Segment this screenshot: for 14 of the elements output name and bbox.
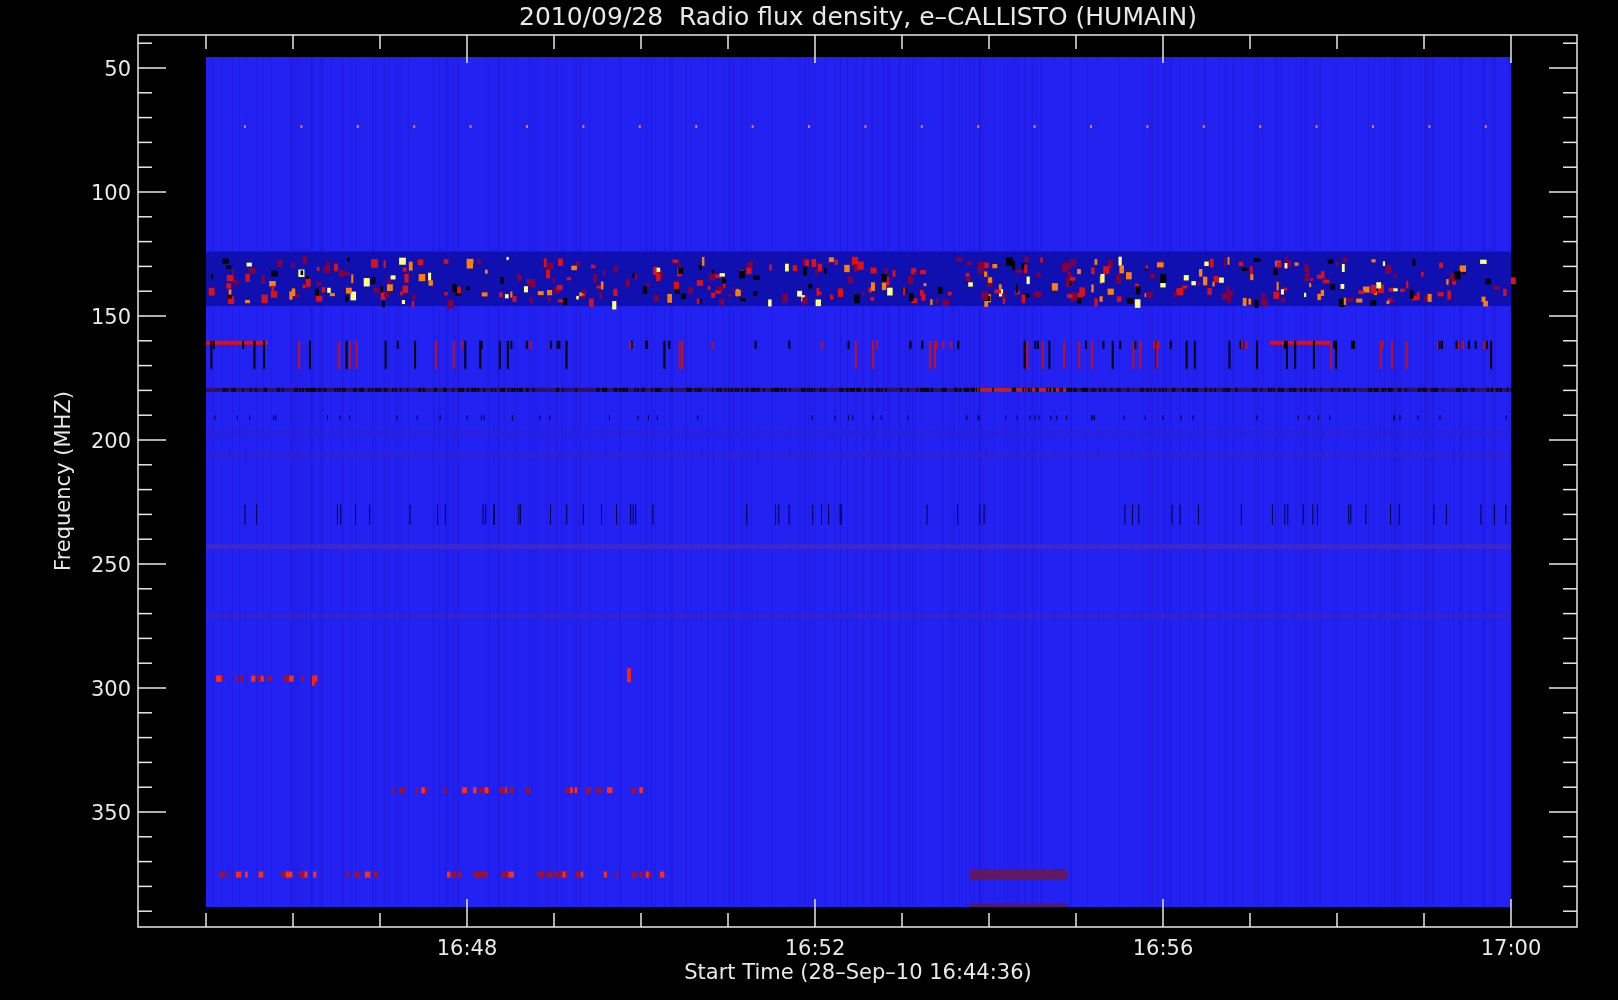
y-tick-label: 250 (90, 553, 131, 577)
x-axis-label: Start Time (28–Sep–10 16:44:36) (684, 960, 1032, 984)
y-tick-label: 300 (90, 677, 131, 701)
y-axis-label: Frequency (MHZ) (51, 391, 75, 571)
y-tick-label: 50 (104, 57, 131, 81)
x-tick-label: 16:48 (436, 936, 498, 960)
x-tick-label: 16:56 (1132, 936, 1194, 960)
y-tick-label: 150 (90, 305, 131, 329)
x-tick-label: 16:52 (784, 936, 846, 960)
chart-title: 2010/09/28 Radio flux density, e–CALLISTO (HUMAIN) (519, 2, 1197, 31)
y-tick-label: 350 (90, 801, 131, 825)
x-tick-label: 17:00 (1480, 936, 1542, 960)
y-tick-label: 100 (90, 181, 131, 205)
y-tick-label: 200 (90, 429, 131, 453)
